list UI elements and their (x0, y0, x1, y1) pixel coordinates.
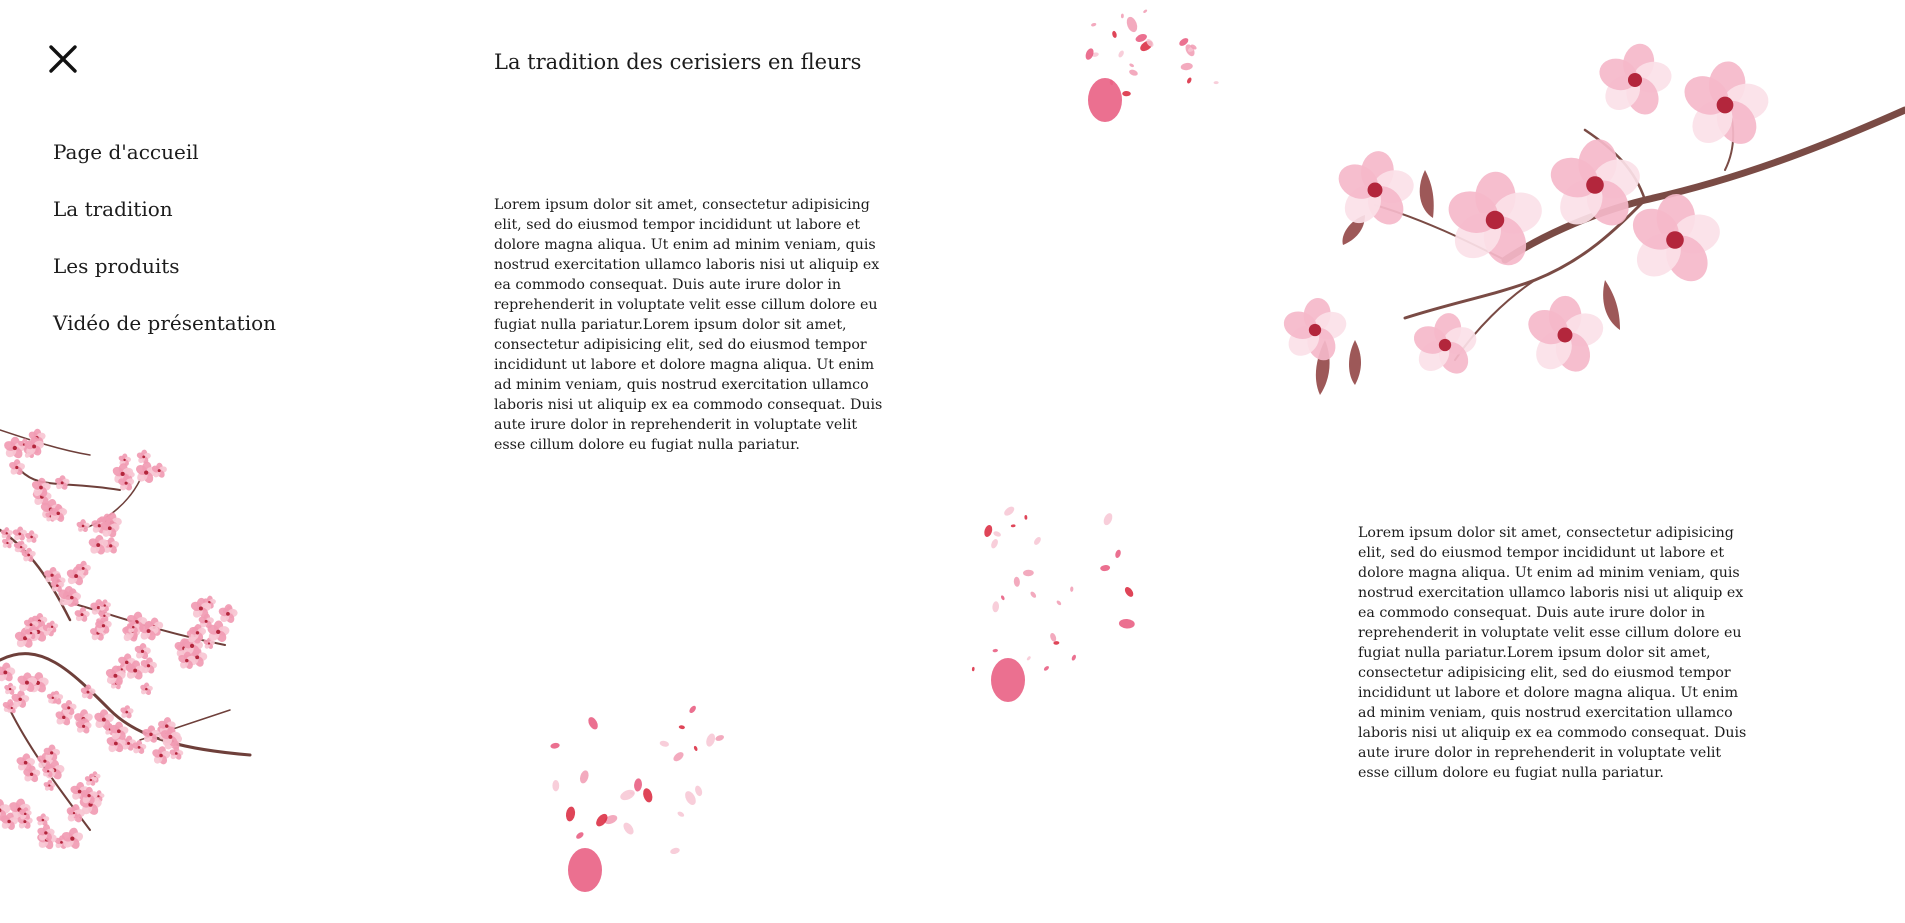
menu-item-products[interactable]: Les produits (53, 250, 276, 307)
close-menu-button[interactable] (46, 42, 80, 76)
side-menu: Page d'accueil La tradition Les produits… (53, 136, 276, 364)
close-icon (49, 45, 77, 73)
page: Page d'accueil La tradition Les produits… (0, 0, 1905, 923)
falling-petals-middle-illustration (971, 506, 1135, 702)
falling-petals-top-illustration (1085, 9, 1219, 122)
text-paragraph-2: Lorem ipsum dolor sit amet, consectetur … (1358, 525, 1747, 781)
text-paragraph-1: Lorem ipsum dolor sit amet, consectetur … (494, 197, 883, 453)
menu-item-video[interactable]: Vidéo de présentation (53, 307, 276, 364)
cherry-blossom-branch-illustration (1283, 43, 1905, 395)
page-title: La tradition des cerisiers en fleurs (494, 50, 862, 74)
cherry-blossom-tree-illustration (0, 428, 252, 850)
menu-item-tradition[interactable]: La tradition (53, 193, 276, 250)
menu-item-home[interactable]: Page d'accueil (53, 136, 276, 193)
falling-petals-bottom-illustration (550, 705, 725, 892)
